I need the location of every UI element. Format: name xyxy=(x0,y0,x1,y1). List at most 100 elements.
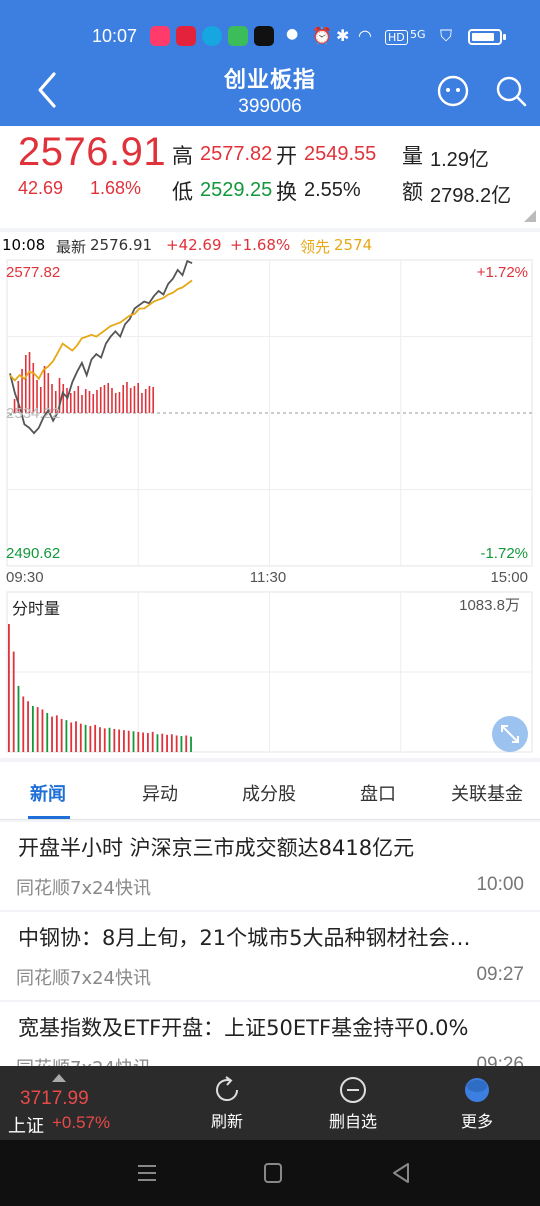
news-title: 中钢协：8月上旬，21个城市5大品种钢材社会… xyxy=(18,926,471,950)
movement-bar xyxy=(152,387,154,413)
news-source: 同花顺7x24快讯 xyxy=(16,878,152,899)
chat-button[interactable] xyxy=(436,74,470,108)
lead-value: 2574 xyxy=(334,236,373,254)
volume-bar xyxy=(142,732,144,752)
volume-bar xyxy=(75,721,77,752)
chart-info-line: 10:08 最新 2576.91 +42.69 +1.68% 领先 2574 xyxy=(0,232,540,258)
volume-bar xyxy=(108,727,111,752)
movement-bar xyxy=(77,386,80,413)
volume-bar xyxy=(55,715,58,752)
movement-bar xyxy=(122,385,125,413)
intraday-chart[interactable]: 2577.82 2534.22 2490.62 +1.72% -1.72% 09:30 11… xyxy=(0,258,540,758)
index-ticker[interactable]: 3717.99 上证 +0.57% xyxy=(0,1066,130,1140)
volume-bar xyxy=(94,724,97,752)
turnover-label: 换 xyxy=(276,180,297,204)
lead-line xyxy=(9,279,193,382)
volume-bar xyxy=(31,705,34,752)
volume-bar xyxy=(46,713,49,752)
news-item[interactable]: 宽基指数及ETF开盘：上证50ETF基金持平0.0% 同花顺7x24快讯 09:… xyxy=(0,1002,540,1066)
bluetooth-icon: ✱ xyxy=(336,26,350,45)
tab-constituents[interactable]: 成分股 xyxy=(242,780,296,806)
movement-bar xyxy=(99,387,102,413)
collapse-arrow-icon xyxy=(52,1074,66,1082)
battery-icon xyxy=(468,29,506,45)
search-icon xyxy=(496,76,527,107)
5g-signal-icon: 5G xyxy=(410,28,426,41)
news-time: 09:27 xyxy=(476,964,524,985)
movement-bar xyxy=(107,383,110,413)
volume-max-label: 1083.8万 xyxy=(459,597,520,614)
volume-title: 分时量 xyxy=(12,599,60,618)
price-change-pct: 1.68% xyxy=(90,178,142,198)
expand-corner-icon[interactable] xyxy=(524,210,536,222)
wifi-icon: ◠ xyxy=(358,26,372,45)
volume-bar xyxy=(170,734,173,752)
movement-bar xyxy=(28,352,31,413)
refresh-icon xyxy=(216,1076,239,1102)
minus-circle-icon xyxy=(340,1077,366,1103)
chart-change: +42.69 xyxy=(166,236,222,254)
x-tick-label: 11:30 xyxy=(250,569,286,586)
more-button[interactable]: 更多 xyxy=(432,1070,522,1138)
refresh-label: 刷新 xyxy=(210,1112,243,1131)
menu-icon[interactable] xyxy=(132,1160,162,1186)
heart-app-icon xyxy=(176,26,196,46)
vpn-shield-icon: ⛉ xyxy=(440,26,453,45)
app-root: 10:07 ● ⏰ ✱ ◠ HD 5G ⛉ 创业板指 399006 2576.9… xyxy=(0,0,540,1206)
hd-icon: HD xyxy=(385,30,408,45)
prev-close-label: 2534.22 xyxy=(6,405,60,422)
lead-label: 领先 xyxy=(300,238,331,256)
chart-svg: 2577.82 2534.22 2490.62 +1.72% -1.72% 09:30 11… xyxy=(6,259,533,753)
tab-related-funds[interactable]: 关联基金 xyxy=(451,780,523,806)
tab-anomaly[interactable]: 异动 xyxy=(142,780,178,806)
movement-bar xyxy=(66,388,68,413)
volume-bar xyxy=(146,733,149,752)
movement-bar xyxy=(126,382,128,413)
fullscreen-button[interactable] xyxy=(492,716,528,752)
news-item[interactable]: 中钢协：8月上旬，21个城市5大品种钢材社会… 同花顺7x24快讯 09:27 xyxy=(0,912,540,1000)
search-button[interactable] xyxy=(494,74,528,108)
refresh-button[interactable]: 刷新 xyxy=(182,1070,272,1138)
movement-bar xyxy=(111,388,113,413)
current-price: 2576.91 xyxy=(18,130,167,174)
tab-bar: 新闻 异动 成分股 盘口 关联基金 xyxy=(0,762,540,820)
volume-bar xyxy=(185,735,188,752)
music-app-icon xyxy=(150,26,170,46)
volume-bar xyxy=(22,696,25,752)
volume-bar xyxy=(84,724,87,752)
movement-bar xyxy=(103,385,106,413)
header: 10:07 ● ⏰ ✱ ◠ HD 5G ⛉ 创业板指 399006 xyxy=(0,0,540,126)
status-time: 10:07 xyxy=(92,26,138,46)
movement-bar xyxy=(144,389,147,413)
volume-bar xyxy=(27,701,29,752)
volume-bar xyxy=(12,651,15,752)
bottom-toolbar: 3717.99 上证 +0.57% 刷新 删自选 更多 xyxy=(0,1066,540,1149)
amount-value: 2798.2亿 xyxy=(430,185,512,207)
x-tick-label: 09:30 xyxy=(6,569,44,586)
volume-bar xyxy=(118,729,121,752)
remove-watchlist-button[interactable]: 删自选 xyxy=(308,1070,398,1138)
status-bar: 10:07 ● ⏰ ✱ ◠ HD 5G ⛉ xyxy=(0,22,540,52)
news-item[interactable]: 开盘半小时 沪深京三市成交额达8418亿元 同花顺7x24快讯 10:00 xyxy=(0,822,540,910)
home-square-icon[interactable] xyxy=(258,1160,288,1186)
tab-news[interactable]: 新闻 xyxy=(30,780,66,806)
movement-bar xyxy=(114,393,117,413)
index-name: 上证 xyxy=(8,1116,44,1137)
movement-bar xyxy=(92,394,95,413)
tab-orderbook[interactable]: 盘口 xyxy=(360,780,396,806)
high-value: 2577.82 xyxy=(200,143,273,165)
movement-bar xyxy=(129,388,132,413)
quote-panel: 2576.91 42.69 1.68% 高 2577.82 开 2549.55 … xyxy=(0,126,540,228)
volume-bar xyxy=(36,707,39,752)
volume-bar xyxy=(180,736,183,752)
expand-arrows-icon xyxy=(501,725,519,743)
index-price: 3717.99 xyxy=(20,1088,89,1109)
high-label: 高 xyxy=(172,144,193,168)
low-value: 2529.25 xyxy=(200,179,273,201)
back-triangle-icon[interactable] xyxy=(386,1160,416,1186)
open-value: 2549.55 xyxy=(304,143,377,165)
volume-bar xyxy=(60,718,63,752)
volume-bar xyxy=(137,731,140,752)
x-tick-label: 15:00 xyxy=(490,569,528,586)
movement-bar xyxy=(62,384,65,413)
